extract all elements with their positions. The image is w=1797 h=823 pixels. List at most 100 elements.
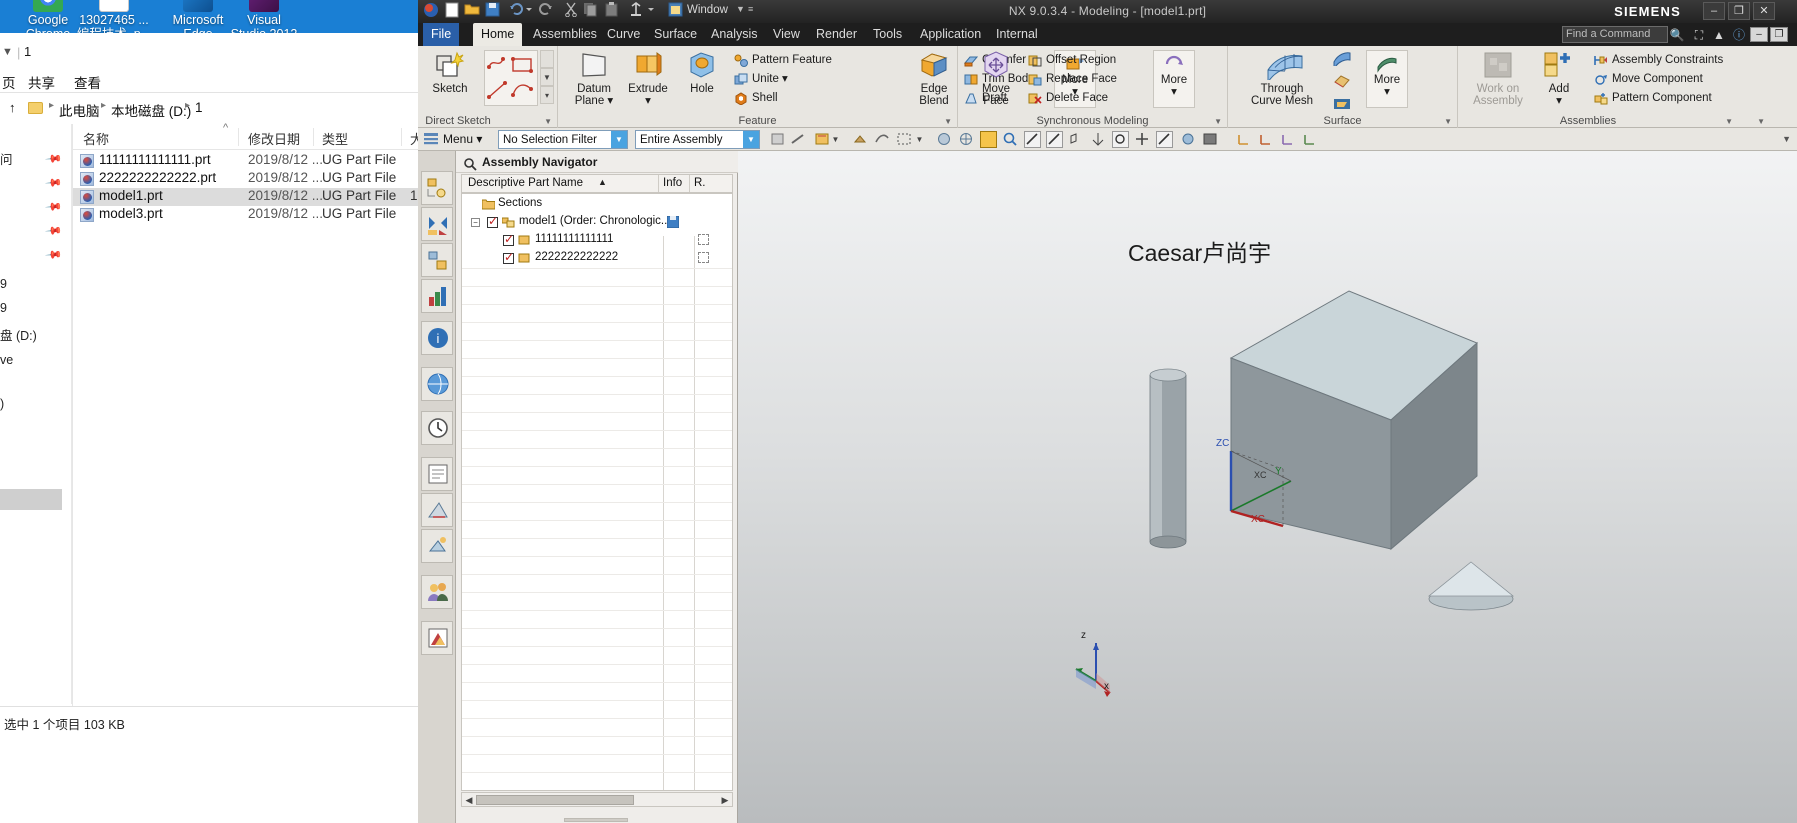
rail-hd3d-tools-button[interactable]: i	[421, 321, 453, 355]
rail-reuse-library-button[interactable]	[421, 279, 453, 313]
rail-web-browser-button[interactable]	[421, 367, 453, 401]
rail-constraint-navigator-button[interactable]	[421, 207, 453, 241]
wcs-orient-icon[interactable]	[1258, 131, 1275, 148]
visibility-checkbox[interactable]	[487, 214, 498, 228]
menu-icon[interactable]	[423, 131, 440, 148]
sketch-button[interactable]: Sketch	[422, 50, 478, 95]
tab-render[interactable]: Render	[808, 23, 865, 46]
breadcrumb-folder-1[interactable]: 1	[195, 100, 203, 115]
tab-internal[interactable]: Internal	[988, 23, 1046, 46]
nav-item-pinned-2[interactable]: 📌	[0, 196, 72, 217]
quick-access-caret-icon[interactable]: ▼	[2, 46, 13, 58]
visibility-checkbox[interactable]	[503, 250, 514, 264]
rail-collaboration-button[interactable]	[421, 575, 453, 609]
nav-item-quick-access[interactable]: 问 📌	[0, 148, 72, 169]
rail-palette-button[interactable]	[421, 621, 453, 655]
list-item[interactable]: 11111111111111	[462, 232, 732, 249]
help-icon[interactable]: ⓘ	[1731, 27, 1747, 43]
nav-item-5[interactable]: 9	[0, 276, 72, 295]
menu-item-view[interactable]: 查看	[74, 72, 101, 92]
scroll-right-arrow-icon[interactable]: ▶	[719, 794, 731, 806]
hole-button[interactable]: Hole	[674, 50, 730, 95]
edge-select-icon[interactable]	[790, 131, 807, 148]
column-divider[interactable]	[238, 128, 239, 146]
selection-scope-combo[interactable]: Entire Assembly ▼	[635, 130, 760, 149]
group-dialog-launcher-icon[interactable]: ▼	[1214, 117, 1222, 126]
tab-view[interactable]: View	[765, 23, 808, 46]
line-style-2-icon[interactable]	[1046, 131, 1063, 148]
bounded-plane-icon[interactable]	[1332, 96, 1360, 117]
tab-analysis[interactable]: Analysis	[703, 23, 766, 46]
nav-item-10[interactable]: )	[0, 396, 72, 415]
tab-file[interactable]: File	[423, 23, 460, 46]
column-header-r[interactable]: R.	[694, 177, 706, 189]
rail-part-navigator-button[interactable]	[421, 243, 453, 277]
nav-item-pinned-1[interactable]: 📌	[0, 172, 72, 193]
wcs-display-icon[interactable]	[1236, 131, 1253, 148]
selection-tools-icon[interactable]	[814, 131, 831, 148]
column-divider[interactable]	[689, 175, 690, 192]
shaded-view-icon[interactable]	[936, 131, 953, 148]
close-button[interactable]: ✕	[1753, 2, 1775, 20]
inner-minimize-button[interactable]: –	[1750, 27, 1768, 42]
collapse-toggle-icon[interactable]: −	[471, 218, 480, 227]
list-item[interactable]: 2222222222222	[462, 250, 732, 267]
nav-item-pinned-4[interactable]: 📌	[0, 244, 72, 265]
marquee-select-icon[interactable]	[896, 131, 913, 148]
rotate-view-icon[interactable]	[1112, 131, 1129, 148]
ribbon-overflow-caret-icon[interactable]: ▼	[1757, 117, 1765, 126]
chevron-down-icon[interactable]: ▼	[831, 131, 840, 148]
menu-item-share[interactable]: 共享	[28, 72, 55, 92]
curve-rule-icon[interactable]	[874, 131, 891, 148]
gallery-scroll-up-button[interactable]	[540, 50, 554, 68]
rail-history-button[interactable]	[421, 411, 453, 445]
toolbar-overflow-icon[interactable]: ▼	[1782, 134, 1791, 144]
rail-role-button[interactable]	[421, 493, 453, 527]
orient-view-icon[interactable]	[1090, 131, 1107, 148]
menu-item-home[interactable]: 页	[2, 72, 16, 92]
fit-view-icon[interactable]	[980, 131, 997, 148]
up-arrow-icon[interactable]: ↑	[9, 100, 16, 115]
inner-restore-button[interactable]: ❐	[1770, 27, 1788, 42]
gallery-scroll-down-button[interactable]: ▼	[540, 68, 554, 86]
search-icon[interactable]: 🔍	[1669, 27, 1685, 43]
edge-blend-button[interactable]: Edge Blend	[906, 50, 962, 107]
nav-item-6[interactable]: 9	[0, 300, 72, 319]
chevron-down-icon[interactable]: ▼	[743, 131, 759, 148]
assembly-navigator-hscrollbar[interactable]: ◀ ▶	[461, 792, 733, 807]
chevron-down-icon[interactable]: ▼	[915, 131, 924, 148]
find-command-input[interactable]: Find a Command	[1562, 26, 1668, 43]
synchronous-more-button[interactable]: More ▾	[1153, 50, 1195, 108]
list-item[interactable]: − model1 (Order: Chronologic...	[462, 214, 732, 231]
nav-item-pinned-3[interactable]: 📌	[0, 220, 72, 241]
breadcrumb-local-disk[interactable]: 本地磁盘 (D:)	[111, 100, 191, 120]
group-dialog-launcher-icon[interactable]: ▼	[544, 117, 552, 126]
surface-more-button[interactable]: More ▾	[1366, 50, 1408, 108]
zoom-view-icon[interactable]	[1002, 131, 1019, 148]
background-color-icon[interactable]	[1202, 131, 1219, 148]
tab-home[interactable]: Home	[473, 23, 523, 46]
graphics-viewport[interactable]: Caesar卢尚宇 ZC Y XC XC z x	[738, 151, 1797, 823]
selection-filter-combo[interactable]: No Selection Filter ▼	[498, 130, 628, 149]
column-header-name[interactable]: 名称	[83, 129, 109, 148]
group-dialog-launcher-icon[interactable]: ▼	[944, 117, 952, 126]
group-dialog-launcher-icon[interactable]: ▼	[1444, 117, 1452, 126]
maximize-button[interactable]: ❐	[1728, 2, 1750, 20]
minimize-button[interactable]: –	[1703, 2, 1725, 20]
fit-icon[interactable]: ⛶	[1691, 27, 1707, 43]
gallery-expand-button[interactable]: ▾	[540, 86, 554, 104]
pan-view-icon[interactable]	[1134, 131, 1151, 148]
snap-point-icon[interactable]	[852, 131, 869, 148]
group-dialog-launcher-icon[interactable]: ▼	[1725, 117, 1733, 126]
rail-system-scene-button[interactable]	[421, 529, 453, 563]
line-style-icon[interactable]	[1024, 131, 1041, 148]
datum-plane-button[interactable]: Datum Plane ▾	[566, 50, 622, 107]
assembly-navigator-tree[interactable]: Sections − model1 (Order: Chronologic...…	[461, 193, 733, 791]
scrollbar-thumb[interactable]	[476, 795, 634, 805]
through-curve-mesh-button[interactable]: Through Curve Mesh	[1242, 50, 1322, 107]
face-select-icon[interactable]	[770, 131, 787, 148]
studio-surface-icon[interactable]	[1332, 73, 1360, 94]
section-icon[interactable]	[1156, 131, 1173, 148]
tab-surface[interactable]: Surface	[646, 23, 705, 46]
panel-splitter-handle[interactable]	[564, 818, 628, 822]
